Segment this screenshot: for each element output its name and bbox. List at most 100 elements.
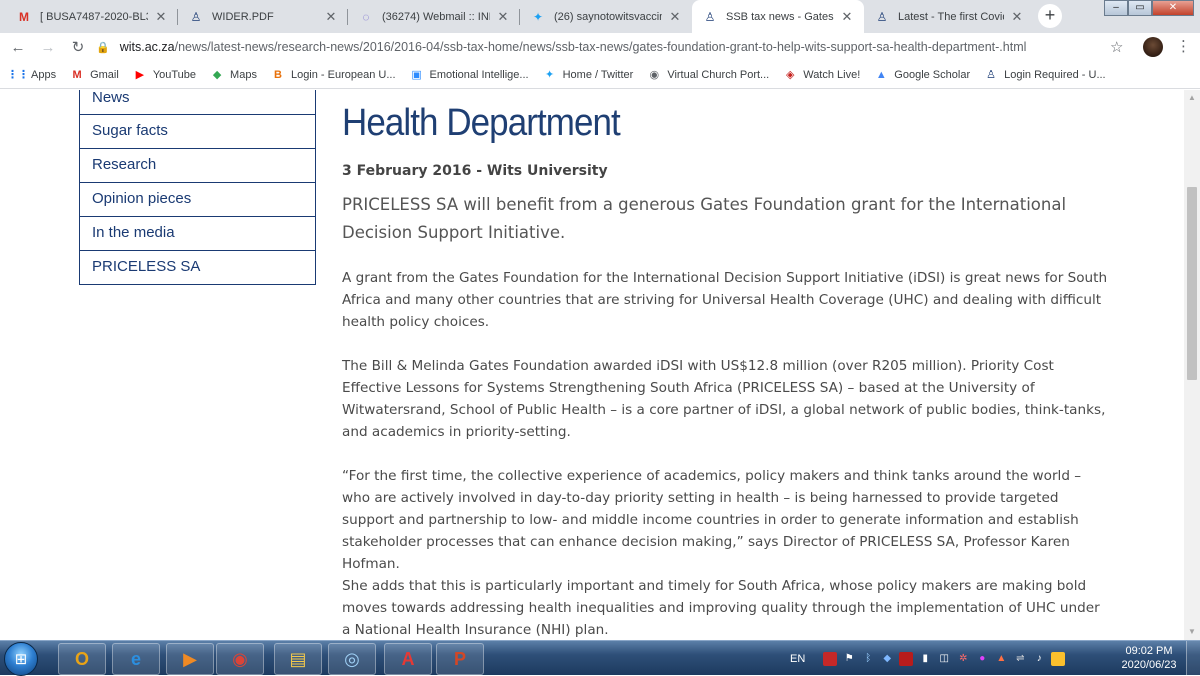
network-icon[interactable]: ◫	[937, 652, 951, 666]
bookmark-item[interactable]: ▣ Emotional Intellige...	[410, 68, 529, 82]
powerpoint-app-icon[interactable]: P	[436, 643, 484, 675]
sidebar-item-news[interactable]: News	[80, 90, 315, 114]
chrome-app-icon[interactable]: ◉	[216, 643, 264, 675]
tab-title: WIDER.PDF	[212, 10, 274, 23]
wits-crest-icon: ♙	[876, 9, 888, 24]
bookmark-item[interactable]: ◆ Maps	[210, 68, 257, 82]
reload-icon[interactable]: ↻	[66, 35, 90, 59]
bookmark-item[interactable]: ▶ YouTube	[133, 68, 196, 82]
bookmarks-bar: ⋮⋮ Apps M Gmail ▶ YouTube ◆ Maps B Login - Europe…	[0, 61, 1200, 89]
bookmark-label: Emotional Intellige...	[429, 68, 529, 81]
bookmark-item[interactable]: ✦ Home / Twitter	[543, 68, 634, 82]
maximize-button[interactable]: ▭	[1128, 0, 1152, 16]
language-indicator[interactable]: EN	[790, 653, 805, 665]
browser-menu-icon[interactable]: ⋮	[1176, 37, 1191, 55]
wits-crest-icon: ♙	[986, 69, 997, 81]
close-icon[interactable]: ✕	[1010, 9, 1024, 25]
acrobat-app-icon[interactable]: A	[384, 643, 432, 675]
scholar-icon: ▲	[875, 68, 887, 81]
window-controls: – ▭ ✕	[1104, 0, 1194, 16]
bookmark-label: Login Required - U...	[1004, 68, 1106, 81]
start-button[interactable]: ⊞	[4, 642, 38, 676]
sidebar-item-sugar-facts[interactable]: Sugar facts	[80, 114, 315, 148]
article-paragraph: The Bill & Melinda Gates Foundation awar…	[342, 358, 1106, 440]
bookmark-item[interactable]: B Login - European U...	[271, 68, 396, 82]
section-sidebar-nav: News Sugar facts Research Opinion pieces…	[79, 90, 316, 285]
browser-toolbar: ← → ↻ 🔒 wits.ac.za/news/latest-news/rese…	[0, 33, 1200, 61]
bookmark-star-icon[interactable]: ☆	[1110, 38, 1123, 56]
signal-icon[interactable]: ▮	[918, 652, 932, 666]
norton-icon[interactable]	[1051, 651, 1066, 666]
window-close-button[interactable]: ✕	[1152, 0, 1194, 16]
back-arrow-icon[interactable]: ←	[6, 35, 30, 59]
bookmark-item[interactable]: ⋮⋮ Apps	[7, 68, 57, 82]
url-path: /news/latest-news/research-news/2016/201…	[174, 40, 1027, 54]
tab-wider-pdf[interactable]: ♙ WIDER.PDF ✕	[178, 0, 348, 33]
media-player-app-icon[interactable]: ▶	[166, 643, 214, 675]
article-byline: 3 February 2016 - Wits University	[342, 163, 608, 179]
twitter-icon: ✦	[544, 69, 555, 81]
wits-crest-icon: ♙	[190, 9, 202, 24]
profile-avatar[interactable]	[1143, 37, 1163, 57]
adobe-tray-icon[interactable]	[823, 651, 838, 666]
sidebar-item-research[interactable]: Research	[80, 148, 315, 182]
flag-icon[interactable]: ⚑	[842, 652, 856, 666]
close-icon[interactable]: ✕	[840, 9, 854, 25]
close-icon[interactable]: ✕	[154, 9, 168, 25]
sidebar-item-priceless-sa[interactable]: PRICELESS SA	[80, 250, 315, 284]
twitter-icon: ✦	[532, 9, 544, 24]
lock-icon[interactable]: 🔒	[96, 41, 110, 54]
bookmark-label: YouTube	[152, 68, 197, 81]
wits-crest-icon: ♙	[704, 9, 716, 24]
bookmark-item[interactable]: ◈ Watch Live!	[783, 68, 860, 82]
scrollbar-thumb[interactable]	[1187, 187, 1197, 380]
sidebar-item-in-the-media[interactable]: In the media	[80, 216, 315, 250]
close-icon[interactable]: ✕	[324, 9, 338, 25]
internet-explorer-app-icon[interactable]: e	[112, 643, 160, 675]
tab-latest-covid[interactable]: ♙ Latest - The first Covid-1 ✕	[864, 0, 1034, 33]
network-app-icon[interactable]: ◎	[328, 643, 376, 675]
vertical-scrollbar[interactable]: ▲ ▼	[1184, 90, 1200, 640]
taskbar-clock[interactable]: 09:02 PM 2020/06/23	[1118, 644, 1180, 672]
speaker-icon[interactable]: ♪	[1032, 652, 1046, 666]
tab-ssb-tax-news[interactable]: ♙ SSB tax news - Gates Fo ✕	[692, 0, 864, 33]
scroll-up-arrow-icon[interactable]: ▲	[1184, 90, 1200, 106]
scroll-down-arrow-icon[interactable]: ▼	[1184, 624, 1200, 640]
article-paragraph: “For the first time, the collective expe…	[342, 468, 1082, 572]
tab-busa7487[interactable]: M [ BUSA7487-2020-BL3 - ✕	[6, 0, 178, 33]
close-icon[interactable]: ✕	[496, 9, 510, 25]
forward-arrow-icon[interactable]: →	[36, 35, 60, 59]
show-desktop-button[interactable]	[1186, 641, 1200, 676]
alert-icon[interactable]: ▲	[994, 652, 1008, 666]
outlook-app-icon[interactable]: O	[58, 643, 106, 675]
file-explorer-app-icon[interactable]: ▤	[274, 643, 322, 675]
bookmark-item[interactable]: M Gmail	[70, 68, 118, 82]
close-icon[interactable]: ✕	[668, 9, 682, 25]
tab-title: Latest - The first Covid-1	[898, 10, 1004, 23]
new-tab-button[interactable]: +	[1038, 4, 1062, 28]
bookmark-label: Maps	[230, 68, 257, 81]
bookmark-item[interactable]: ◉ Virtual Church Port...	[647, 68, 770, 82]
article-lede: PRICELESS SA will benefit from a generou…	[342, 195, 1067, 242]
bluetooth-icon[interactable]: ᛒ	[861, 652, 875, 666]
tab-title: [ BUSA7487-2020-BL3 -	[40, 10, 148, 23]
globe-icon: ◉	[649, 69, 660, 81]
tab-saynotowitsvaccine[interactable]: ✦ (26) saynotowitsvaccine ✕	[520, 0, 692, 33]
bookmark-item[interactable]: ▲ Google Scholar	[874, 68, 970, 82]
bookmark-label: Virtual Church Port...	[667, 68, 770, 81]
dropbox-icon[interactable]: ◆	[880, 652, 894, 666]
address-bar[interactable]: 🔒 wits.ac.za/news/latest-news/research-n…	[96, 35, 1136, 59]
bookmark-item[interactable]: ♙ Login Required - U...	[984, 68, 1106, 82]
settings-gear-icon[interactable]: ✲	[956, 652, 970, 666]
bookmark-label: Apps	[31, 68, 57, 81]
antivirus-icon[interactable]: ●	[975, 652, 989, 666]
bookmark-label: Home / Twitter	[562, 68, 634, 81]
european-u-icon: B	[273, 68, 282, 81]
bookmark-label: Google Scholar	[894, 68, 971, 81]
sidebar-item-opinion-pieces[interactable]: Opinion pieces	[80, 182, 315, 216]
usb-icon[interactable]: ⇌	[1013, 652, 1027, 666]
tab-webmail[interactable]: ◌ (36274) Webmail :: INBOX ✕	[348, 0, 520, 33]
minimize-button[interactable]: –	[1104, 0, 1128, 16]
shield-icon[interactable]	[899, 651, 914, 666]
article-paragraph: A grant from the Gates Foundation for th…	[342, 270, 1108, 330]
